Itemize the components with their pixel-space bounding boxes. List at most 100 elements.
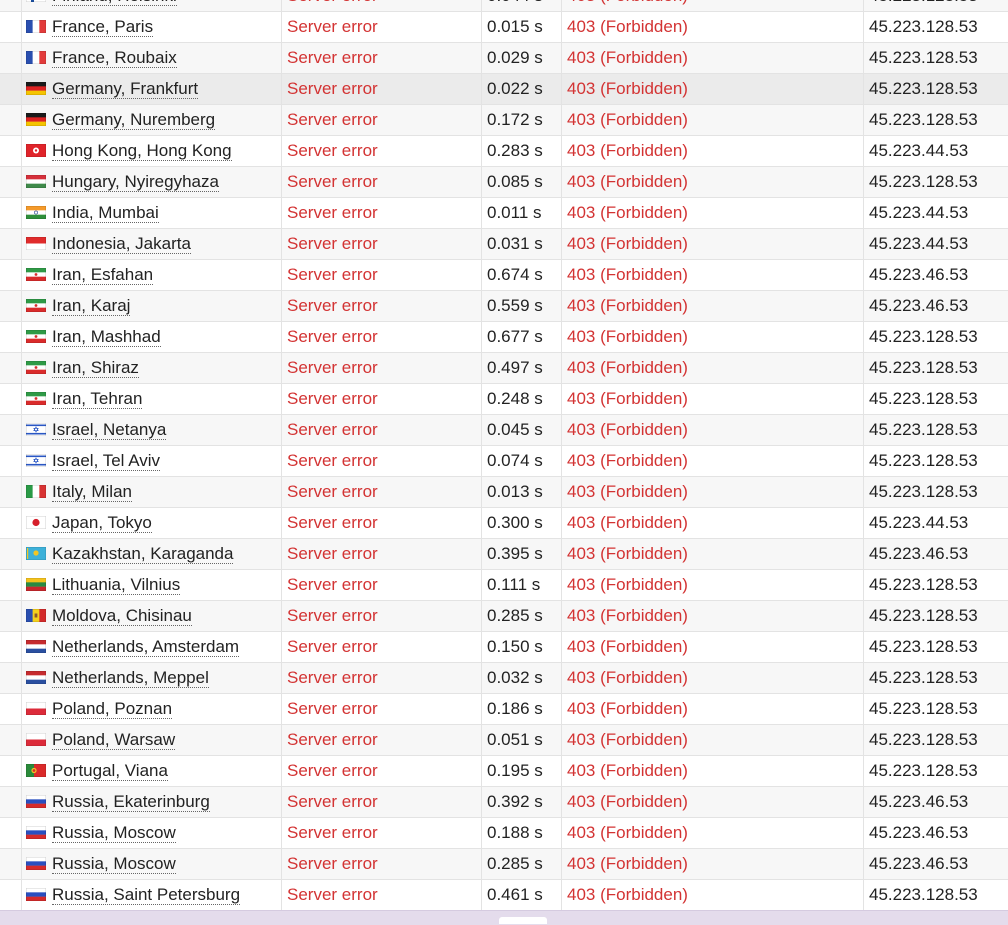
ru-flag-icon xyxy=(26,826,46,839)
location-link[interactable]: Italy, Milan xyxy=(52,483,132,502)
table-row: Poland, Warsaw Server error 0.051 s 403 … xyxy=(0,725,1008,756)
location-link[interactable]: Iran, Mashhad xyxy=(52,328,161,347)
status-cell: Server error xyxy=(281,353,481,383)
response-time-cell: 0.111 s xyxy=(481,570,561,600)
http-code-cell: 403 (Forbidden) xyxy=(561,663,863,693)
location-link[interactable]: Iran, Esfahan xyxy=(52,266,154,285)
fi-flag-icon xyxy=(26,0,46,2)
ir-flag-icon xyxy=(26,330,46,343)
location-cell: Indonesia, Jakarta xyxy=(21,229,281,259)
ip-address-cell: 45.223.128.53 xyxy=(863,694,1008,724)
location-link[interactable]: Finland, Helsinki xyxy=(52,0,177,6)
location-link[interactable]: Netherlands, Meppel xyxy=(52,669,209,688)
location-link[interactable]: Iran, Tehran xyxy=(52,390,143,409)
location-cell: Russia, Moscow xyxy=(21,818,281,848)
response-time-cell: 0.559 s xyxy=(481,291,561,321)
response-time-cell: 0.188 s xyxy=(481,818,561,848)
response-time-cell: 0.300 s xyxy=(481,508,561,538)
scroll-handle[interactable] xyxy=(499,917,547,924)
http-code-cell: 403 (Forbidden) xyxy=(561,105,863,135)
response-time-cell: 0.461 s xyxy=(481,880,561,910)
response-time-cell: 0.392 s xyxy=(481,787,561,817)
response-time-cell: 0.248 s xyxy=(481,384,561,414)
pl-flag-icon xyxy=(26,702,46,715)
table-row: Germany, Frankfurt Server error 0.022 s … xyxy=(0,74,1008,105)
location-link[interactable]: Netherlands, Amsterdam xyxy=(52,638,240,657)
ip-address-cell: 45.223.46.53 xyxy=(863,539,1008,569)
location-cell: Netherlands, Meppel xyxy=(21,663,281,693)
location-link[interactable]: France, Paris xyxy=(52,18,154,37)
ip-address-cell: 45.223.128.53 xyxy=(863,105,1008,135)
location-link[interactable]: Israel, Netanya xyxy=(52,421,167,440)
ip-address-cell: 45.223.128.53 xyxy=(863,353,1008,383)
location-cell: Japan, Tokyo xyxy=(21,508,281,538)
status-cell: Server error xyxy=(281,167,481,197)
response-time-cell: 0.011 s xyxy=(481,198,561,228)
location-link[interactable]: Iran, Karaj xyxy=(52,297,131,316)
http-code-cell: 403 (Forbidden) xyxy=(561,260,863,290)
status-cell: Server error xyxy=(281,477,481,507)
location-link[interactable]: Germany, Frankfurt xyxy=(52,80,199,99)
pl-flag-icon xyxy=(26,733,46,746)
location-link[interactable]: Poland, Poznan xyxy=(52,700,173,719)
table-row: Moldova, Chisinau Server error 0.285 s 4… xyxy=(0,601,1008,632)
location-link[interactable]: India, Mumbai xyxy=(52,204,159,223)
location-link[interactable]: Israel, Tel Aviv xyxy=(52,452,161,471)
ru-flag-icon xyxy=(26,888,46,901)
ip-address-cell: 45.223.128.53 xyxy=(863,446,1008,476)
table-row: Russia, Ekaterinburg Server error 0.392 … xyxy=(0,787,1008,818)
table-row: France, Roubaix Server error 0.029 s 403… xyxy=(0,43,1008,74)
location-cell: Netherlands, Amsterdam xyxy=(21,632,281,662)
jp-flag-icon xyxy=(26,516,46,529)
location-link[interactable]: Germany, Nuremberg xyxy=(52,111,216,130)
table-row: Italy, Milan Server error 0.013 s 403 (F… xyxy=(0,477,1008,508)
table-row: Indonesia, Jakarta Server error 0.031 s … xyxy=(0,229,1008,260)
status-cell: Server error xyxy=(281,446,481,476)
location-cell: Hungary, Nyiregyhaza xyxy=(21,167,281,197)
status-cell: Server error xyxy=(281,725,481,755)
ip-address-cell: 45.223.128.53 xyxy=(863,725,1008,755)
location-link[interactable]: France, Roubaix xyxy=(52,49,177,68)
location-link[interactable]: Japan, Tokyo xyxy=(52,514,152,533)
table-row: Hong Kong, Hong Kong Server error 0.283 … xyxy=(0,136,1008,167)
http-code-cell: 403 (Forbidden) xyxy=(561,322,863,352)
location-link[interactable]: Hungary, Nyiregyhaza xyxy=(52,173,219,192)
il-flag-icon xyxy=(26,423,46,436)
ip-address-cell: 45.223.44.53 xyxy=(863,508,1008,538)
fr-flag-icon xyxy=(26,20,46,33)
http-code-cell: 403 (Forbidden) xyxy=(561,601,863,631)
location-link[interactable]: Kazakhstan, Karaganda xyxy=(52,545,234,564)
http-code-cell: 403 (Forbidden) xyxy=(561,12,863,42)
location-link[interactable]: Russia, Saint Petersburg xyxy=(52,886,241,905)
ip-address-cell: 45.223.128.53 xyxy=(863,601,1008,631)
response-time-cell: 0.285 s xyxy=(481,601,561,631)
response-time-cell: 0.074 s xyxy=(481,446,561,476)
ru-flag-icon xyxy=(26,795,46,808)
response-time-cell: 0.085 s xyxy=(481,167,561,197)
response-time-cell: 0.195 s xyxy=(481,756,561,786)
response-time-cell: 0.283 s xyxy=(481,136,561,166)
location-link[interactable]: Russia, Moscow xyxy=(52,855,176,874)
location-link[interactable]: Hong Kong, Hong Kong xyxy=(52,142,232,161)
location-cell: Russia, Saint Petersburg xyxy=(21,880,281,910)
location-cell: Iran, Shiraz xyxy=(21,353,281,383)
location-link[interactable]: Moldova, Chisinau xyxy=(52,607,192,626)
location-link[interactable]: Poland, Warsaw xyxy=(52,731,176,750)
location-cell: Russia, Ekaterinburg xyxy=(21,787,281,817)
location-link[interactable]: Iran, Shiraz xyxy=(52,359,139,378)
ip-address-cell: 45.223.44.53 xyxy=(863,136,1008,166)
response-time-cell: 0.032 s xyxy=(481,663,561,693)
location-cell: Russia, Moscow xyxy=(21,849,281,879)
table-row: Iran, Karaj Server error 0.559 s 403 (Fo… xyxy=(0,291,1008,322)
results-table: Finland, Helsinki Server error 0.044 s 4… xyxy=(0,0,1008,911)
location-link[interactable]: Lithuania, Vilnius xyxy=(52,576,181,595)
location-link[interactable]: Russia, Moscow xyxy=(52,824,176,843)
location-link[interactable]: Portugal, Viana xyxy=(52,762,168,781)
http-code-cell: 403 (Forbidden) xyxy=(561,167,863,197)
md-flag-icon xyxy=(26,609,46,622)
location-link[interactable]: Indonesia, Jakarta xyxy=(52,235,191,254)
location-link[interactable]: Russia, Ekaterinburg xyxy=(52,793,210,812)
status-cell: Server error xyxy=(281,322,481,352)
ip-address-cell: 45.223.128.53 xyxy=(863,415,1008,445)
ip-address-cell: 45.223.128.53 xyxy=(863,880,1008,910)
